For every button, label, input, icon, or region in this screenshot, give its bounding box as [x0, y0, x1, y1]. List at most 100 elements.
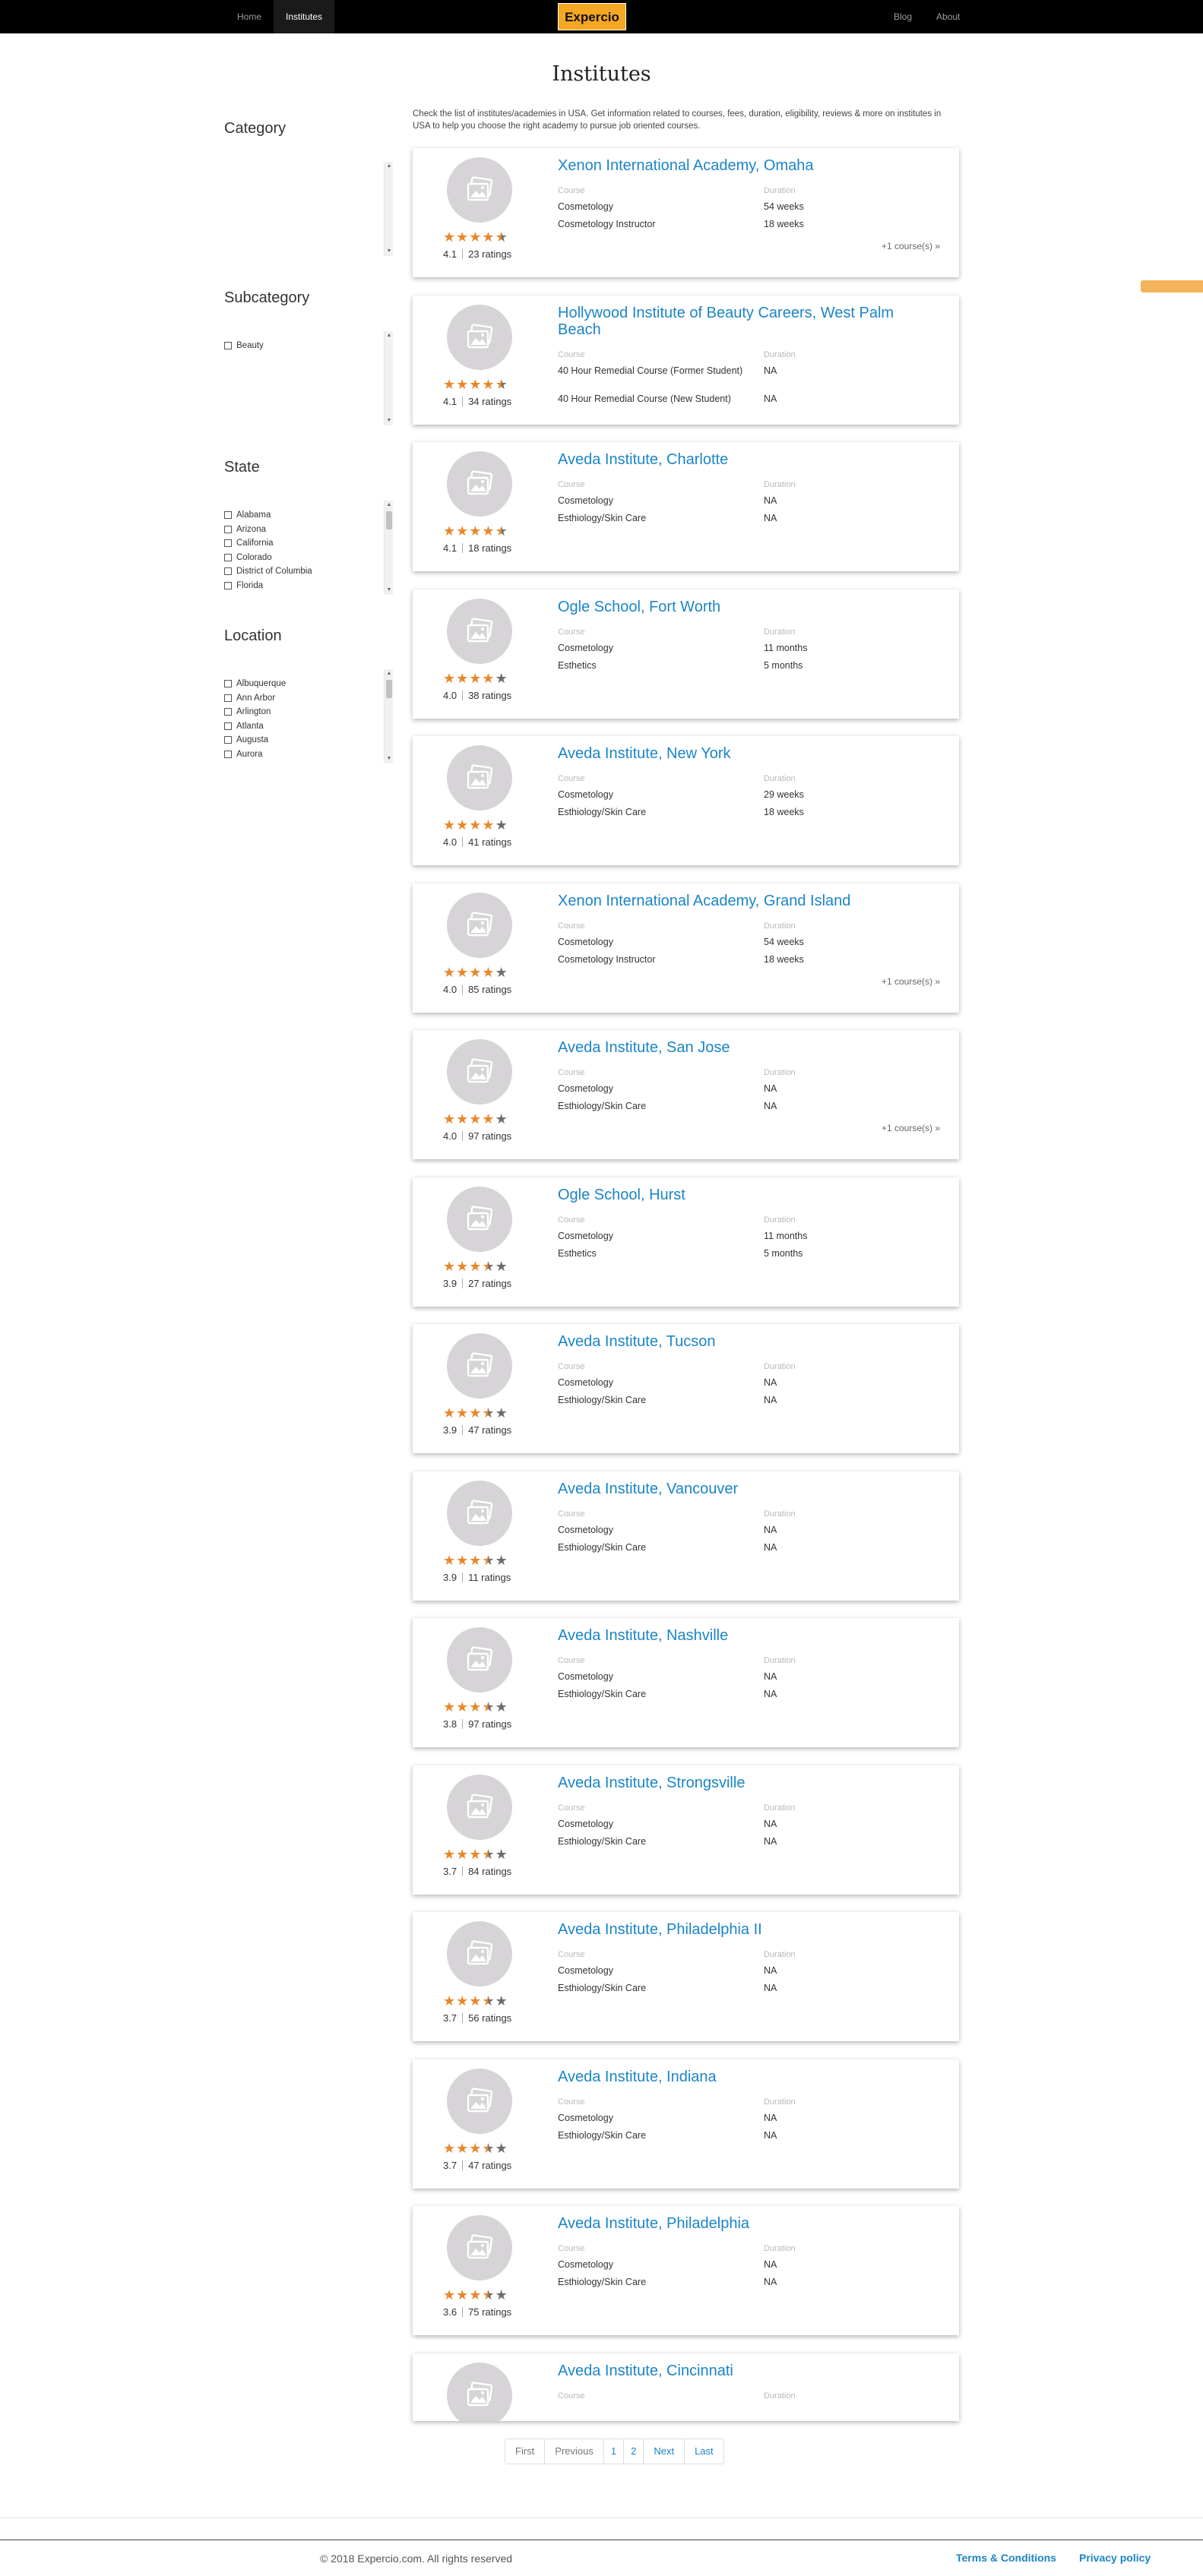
filter-option[interactable]: Austin [224, 761, 393, 763]
filter-option[interactable]: Arizona [224, 523, 393, 537]
nav-about-link[interactable]: About [924, 0, 972, 33]
checkbox[interactable] [224, 511, 232, 520]
checkbox[interactable] [224, 708, 232, 716]
brand-logo[interactable]: Expercio [558, 3, 626, 30]
course-column-header: Course [558, 627, 585, 637]
scroll-up-arrow-icon[interactable]: ▲ [385, 162, 393, 171]
institute-logo[interactable] [447, 2215, 512, 2280]
pagination-page-2[interactable]: 2 [624, 2439, 644, 2464]
institute-name-link[interactable]: Aveda Institute, Vancouver [558, 1481, 938, 1497]
pagination-previous[interactable]: Previous [545, 2439, 604, 2464]
institute-logo[interactable] [447, 892, 512, 958]
checkbox[interactable] [224, 539, 232, 548]
institute-name-link[interactable]: Aveda Institute, Philadelphia II [558, 1921, 938, 1938]
scroll-down-arrow-icon[interactable]: ▼ [385, 754, 393, 763]
filter-option[interactable]: Alabama [224, 508, 393, 523]
institute-name-link[interactable]: Aveda Institute, Indiana [558, 2069, 938, 2085]
filter-option[interactable]: Georgia [224, 593, 393, 595]
checkbox[interactable] [224, 694, 232, 702]
rating-divider [462, 1131, 464, 1141]
rating-stars: ★ ★ ★ ★ ★ [443, 1554, 508, 1567]
checkbox[interactable] [224, 525, 232, 533]
institute-name-link[interactable]: Aveda Institute, Nashville [558, 1627, 938, 1644]
footer-privacy-link[interactable]: Privacy policy [1079, 2552, 1151, 2564]
rating-summary: 3.6 75 ratings [443, 2306, 511, 2318]
checkbox[interactable] [224, 581, 232, 589]
institute-name-link[interactable]: Aveda Institute, Charlotte [558, 451, 938, 468]
checkbox[interactable] [224, 342, 232, 350]
institute-logo[interactable] [447, 304, 512, 370]
scroll-up-arrow-icon[interactable]: ▲ [385, 669, 393, 678]
filter-option[interactable]: California [224, 536, 393, 551]
scroll-up-arrow-icon[interactable]: ▲ [385, 501, 393, 510]
nav-home-link[interactable]: Home [225, 0, 274, 33]
scrollbar-thumb[interactable] [386, 511, 392, 529]
checkbox[interactable] [224, 750, 232, 758]
institute-logo[interactable] [447, 1480, 512, 1546]
institute-name-link[interactable]: Xenon International Academy, Omaha [558, 157, 938, 174]
pagination-first[interactable]: First [505, 2439, 546, 2464]
institute-name-link[interactable]: Xenon International Academy, Grand Islan… [558, 893, 938, 909]
institute-logo[interactable] [447, 1039, 512, 1105]
institute-logo[interactable] [447, 157, 512, 223]
institute-name-link[interactable]: Ogle School, Hurst [558, 1187, 938, 1203]
scrollbar[interactable]: ▲ ▼ [384, 669, 393, 763]
institute-logo[interactable] [447, 1333, 512, 1399]
filter-option[interactable]: Aurora [224, 748, 393, 762]
scroll-down-arrow-icon[interactable]: ▼ [385, 416, 393, 425]
scrollbar-thumb[interactable] [386, 680, 392, 698]
institute-name-link[interactable]: Aveda Institute, Tucson [558, 1333, 938, 1350]
star-icon: ★ [469, 523, 482, 539]
pagination-next[interactable]: Next [644, 2439, 685, 2464]
checkbox[interactable] [224, 736, 232, 744]
more-courses-link[interactable]: +1 course(s) » [882, 241, 940, 251]
institute-logo[interactable] [447, 745, 512, 811]
institute-logo[interactable] [447, 1921, 512, 1987]
filter-option[interactable]: Beauty [224, 339, 393, 353]
nav-blog-link[interactable]: Blog [882, 0, 924, 33]
institute-name-link[interactable]: Aveda Institute, Strongsville [558, 1775, 938, 1791]
institute-name-link[interactable]: Hollywood Institute of Beauty Careers, W… [558, 305, 938, 338]
institute-logo[interactable] [447, 598, 512, 664]
course-column-header: Course [558, 921, 585, 931]
scroll-down-arrow-icon[interactable]: ▼ [385, 247, 393, 256]
scroll-up-arrow-icon[interactable]: ▲ [385, 331, 393, 340]
scrollbar[interactable]: ▲ ▼ [384, 501, 393, 595]
institute-name-link[interactable]: Aveda Institute, New York [558, 745, 938, 762]
scrollbar[interactable]: ▲ ▼ [384, 331, 393, 425]
filter-option[interactable]: Albuquerque [224, 677, 393, 691]
filter-option[interactable]: District of Columbia [224, 564, 393, 579]
pagination-last[interactable]: Last [685, 2439, 723, 2464]
more-courses-link[interactable]: +1 course(s) » [882, 976, 940, 987]
scrollbar[interactable]: ▲ ▼ [384, 162, 393, 256]
filter-option[interactable]: Atlanta [224, 719, 393, 734]
filter-option[interactable]: Florida [224, 579, 393, 593]
footer-terms-link[interactable]: Terms & Conditions [956, 2552, 1056, 2564]
institute-name-link[interactable]: Aveda Institute, Cincinnati [558, 2363, 938, 2379]
institute-logo[interactable] [447, 1186, 512, 1252]
institute-name-link[interactable]: Ogle School, Fort Worth [558, 599, 938, 615]
institute-logo[interactable] [447, 451, 512, 517]
institute-logo[interactable] [447, 2362, 512, 2421]
pagination-page-1[interactable]: 1 [603, 2439, 625, 2464]
scroll-down-arrow-icon[interactable]: ▼ [385, 586, 393, 595]
filter-option-label: Arizona [236, 524, 266, 534]
checkbox[interactable] [224, 567, 232, 576]
filter-option[interactable]: Colorado [224, 551, 393, 565]
nav-institutes-link[interactable]: Institutes [274, 0, 335, 33]
more-courses-link[interactable]: +1 course(s) » [882, 1123, 940, 1133]
institute-logo[interactable] [447, 2068, 512, 2134]
image-placeholder-icon [467, 1646, 493, 1671]
institute-name-link[interactable]: Aveda Institute, Philadelphia [558, 2215, 938, 2232]
filter-option[interactable]: Ann Arbor [224, 691, 393, 706]
institute-logo[interactable] [447, 1627, 512, 1693]
checkbox[interactable] [224, 680, 232, 688]
checkbox[interactable] [224, 553, 232, 561]
institute-name-link[interactable]: Aveda Institute, San Jose [558, 1039, 938, 1056]
filter-option[interactable]: Arlington [224, 705, 393, 719]
checkbox[interactable] [224, 722, 232, 730]
feedback-tab[interactable] [1141, 280, 1203, 292]
filter-option[interactable]: Augusta [224, 733, 393, 748]
institute-logo[interactable] [447, 1774, 512, 1840]
star-icon: ★ [456, 1258, 469, 1274]
